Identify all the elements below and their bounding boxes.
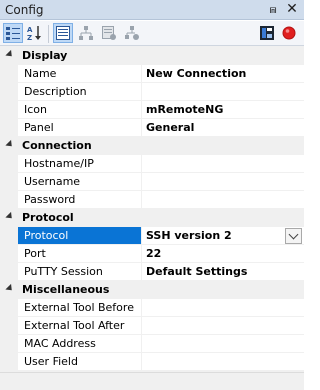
property-value[interactable] [142, 83, 304, 101]
property-value[interactable] [142, 155, 304, 173]
collapse-arrow-icon[interactable] [5, 139, 15, 150]
category-connection[interactable]: Connection [0, 137, 304, 155]
stop-button[interactable] [279, 23, 299, 43]
alphabetical-sort-icon: A Z [27, 26, 41, 41]
toolbar-separator [48, 25, 49, 43]
property-value[interactable]: General [142, 119, 304, 137]
default-inheritance-icon [125, 26, 139, 40]
property-name: Password [18, 191, 141, 209]
stop-icon [282, 26, 296, 40]
pin-icon[interactable]: ⩎ [266, 2, 280, 16]
properties-button[interactable] [53, 23, 73, 43]
property-name: PuTTY Session [18, 263, 141, 281]
dropdown-button[interactable] [285, 228, 302, 244]
default-properties-button[interactable] [99, 23, 119, 43]
categorized-view-button[interactable] [3, 23, 23, 43]
inheritance-icon [79, 26, 93, 40]
category-miscellaneous[interactable]: Miscellaneous [0, 281, 304, 299]
property-row-hostname[interactable]: Hostname/IP [0, 155, 304, 173]
property-value[interactable] [142, 353, 304, 371]
property-row-name[interactable]: Name New Connection [0, 65, 304, 83]
config-toolbar: A Z [0, 21, 304, 46]
property-name: External Tool After [18, 317, 141, 335]
default-properties-icon [102, 26, 116, 40]
categorized-view-icon [6, 27, 20, 40]
host-status-icon [260, 26, 274, 40]
property-name: Panel [18, 119, 141, 137]
property-row-password[interactable]: Password [0, 191, 304, 209]
property-value[interactable]: SSH version 2 [142, 227, 304, 245]
default-inheritance-button[interactable] [122, 23, 142, 43]
property-row-external-tool-after[interactable]: External Tool After [0, 317, 304, 335]
svg-text:A: A [27, 26, 33, 34]
property-grid: Display Name New Connection Description … [0, 46, 304, 372]
property-value[interactable] [142, 317, 304, 335]
property-value[interactable] [142, 335, 304, 353]
property-name: MAC Address [18, 335, 141, 353]
property-value[interactable]: Default Settings [142, 263, 304, 281]
property-row-putty-session[interactable]: PuTTY Session Default Settings [0, 263, 304, 281]
property-value[interactable]: 22 [142, 245, 304, 263]
property-name: Description [18, 83, 141, 101]
panel-title: Config [5, 3, 44, 17]
collapse-arrow-icon[interactable] [5, 211, 15, 222]
config-panel-titlebar: Config ⩎ ✕ [0, 0, 304, 20]
category-label: Protocol [22, 211, 74, 224]
property-row-port[interactable]: Port 22 [0, 245, 304, 263]
collapse-arrow-icon[interactable] [5, 283, 15, 294]
description-area [0, 372, 304, 390]
inheritance-button[interactable] [76, 23, 96, 43]
property-name: Username [18, 173, 141, 191]
property-row-description[interactable]: Description [0, 83, 304, 101]
property-name: Icon [18, 101, 141, 119]
property-value[interactable] [142, 191, 304, 209]
svg-text:Z: Z [27, 34, 32, 41]
property-name: User Field [18, 353, 141, 371]
property-value[interactable] [142, 299, 304, 317]
host-status-button[interactable] [257, 23, 277, 43]
property-value[interactable]: mRemoteNG [142, 101, 304, 119]
category-display[interactable]: Display [0, 47, 304, 65]
alphabetical-sort-button[interactable]: A Z [25, 23, 45, 43]
collapse-arrow-icon[interactable] [5, 49, 15, 60]
property-row-panel[interactable]: Panel General [0, 119, 304, 137]
property-row-user-field[interactable]: User Field [0, 353, 304, 371]
property-row-icon[interactable]: Icon mRemoteNG [0, 101, 304, 119]
property-name: External Tool Before [18, 299, 141, 317]
property-name: Protocol [18, 227, 141, 245]
property-name: Port [18, 245, 141, 263]
category-label: Miscellaneous [22, 283, 110, 296]
close-icon[interactable]: ✕ [285, 1, 299, 17]
property-row-username[interactable]: Username [0, 173, 304, 191]
property-name: Hostname/IP [18, 155, 141, 173]
category-label: Display [22, 49, 68, 62]
property-row-mac-address[interactable]: MAC Address [0, 335, 304, 353]
protocol-select-value: SSH version 2 [146, 229, 232, 242]
property-row-protocol[interactable]: Protocol SSH version 2 [0, 227, 304, 245]
property-name: Name [18, 65, 141, 83]
category-protocol[interactable]: Protocol [0, 209, 304, 227]
property-value[interactable]: New Connection [142, 65, 304, 83]
properties-icon [56, 26, 70, 40]
category-label: Connection [22, 139, 92, 152]
property-row-external-tool-before[interactable]: External Tool Before [0, 299, 304, 317]
property-value[interactable] [142, 173, 304, 191]
